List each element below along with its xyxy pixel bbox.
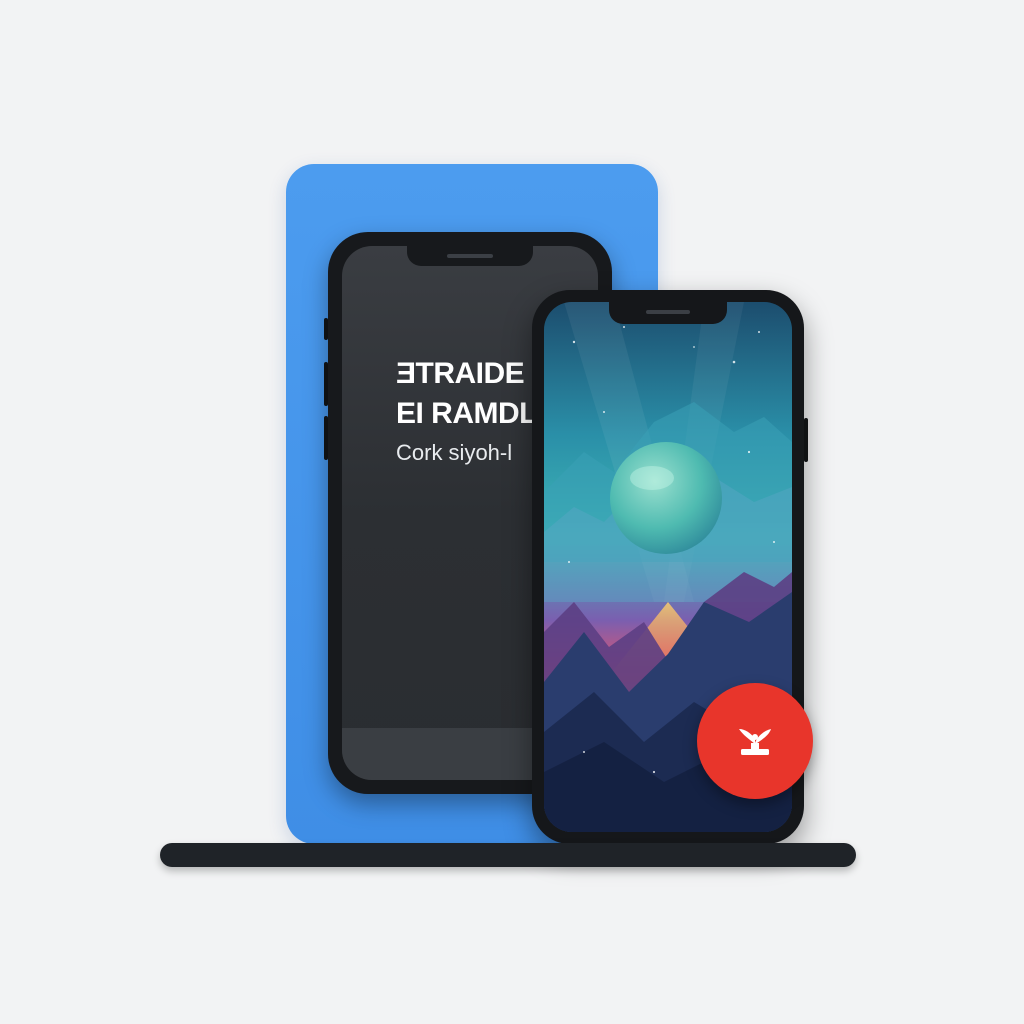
volume-down-button bbox=[324, 416, 328, 460]
back-phone-speaker bbox=[447, 254, 493, 258]
promo-line-2: EI RAMDLZ bbox=[396, 397, 555, 430]
shelf-base bbox=[160, 843, 856, 867]
promo-text: ƎTRAIDE EI RAMDLZ Cork siyoh-l bbox=[396, 354, 555, 472]
app-badge-button[interactable] bbox=[697, 683, 813, 799]
plant-tool-icon bbox=[739, 729, 771, 755]
promo-line-1: ƎTRAIDE bbox=[396, 357, 525, 390]
volume-up-button bbox=[324, 362, 328, 406]
promo-line-3: Cork siyoh-l bbox=[396, 440, 513, 465]
power-button bbox=[804, 418, 808, 462]
front-phone-speaker bbox=[646, 310, 690, 314]
stage: ƎTRAIDE EI RAMDLZ Cork siyoh-l bbox=[0, 0, 1024, 1024]
mute-switch bbox=[324, 318, 328, 340]
